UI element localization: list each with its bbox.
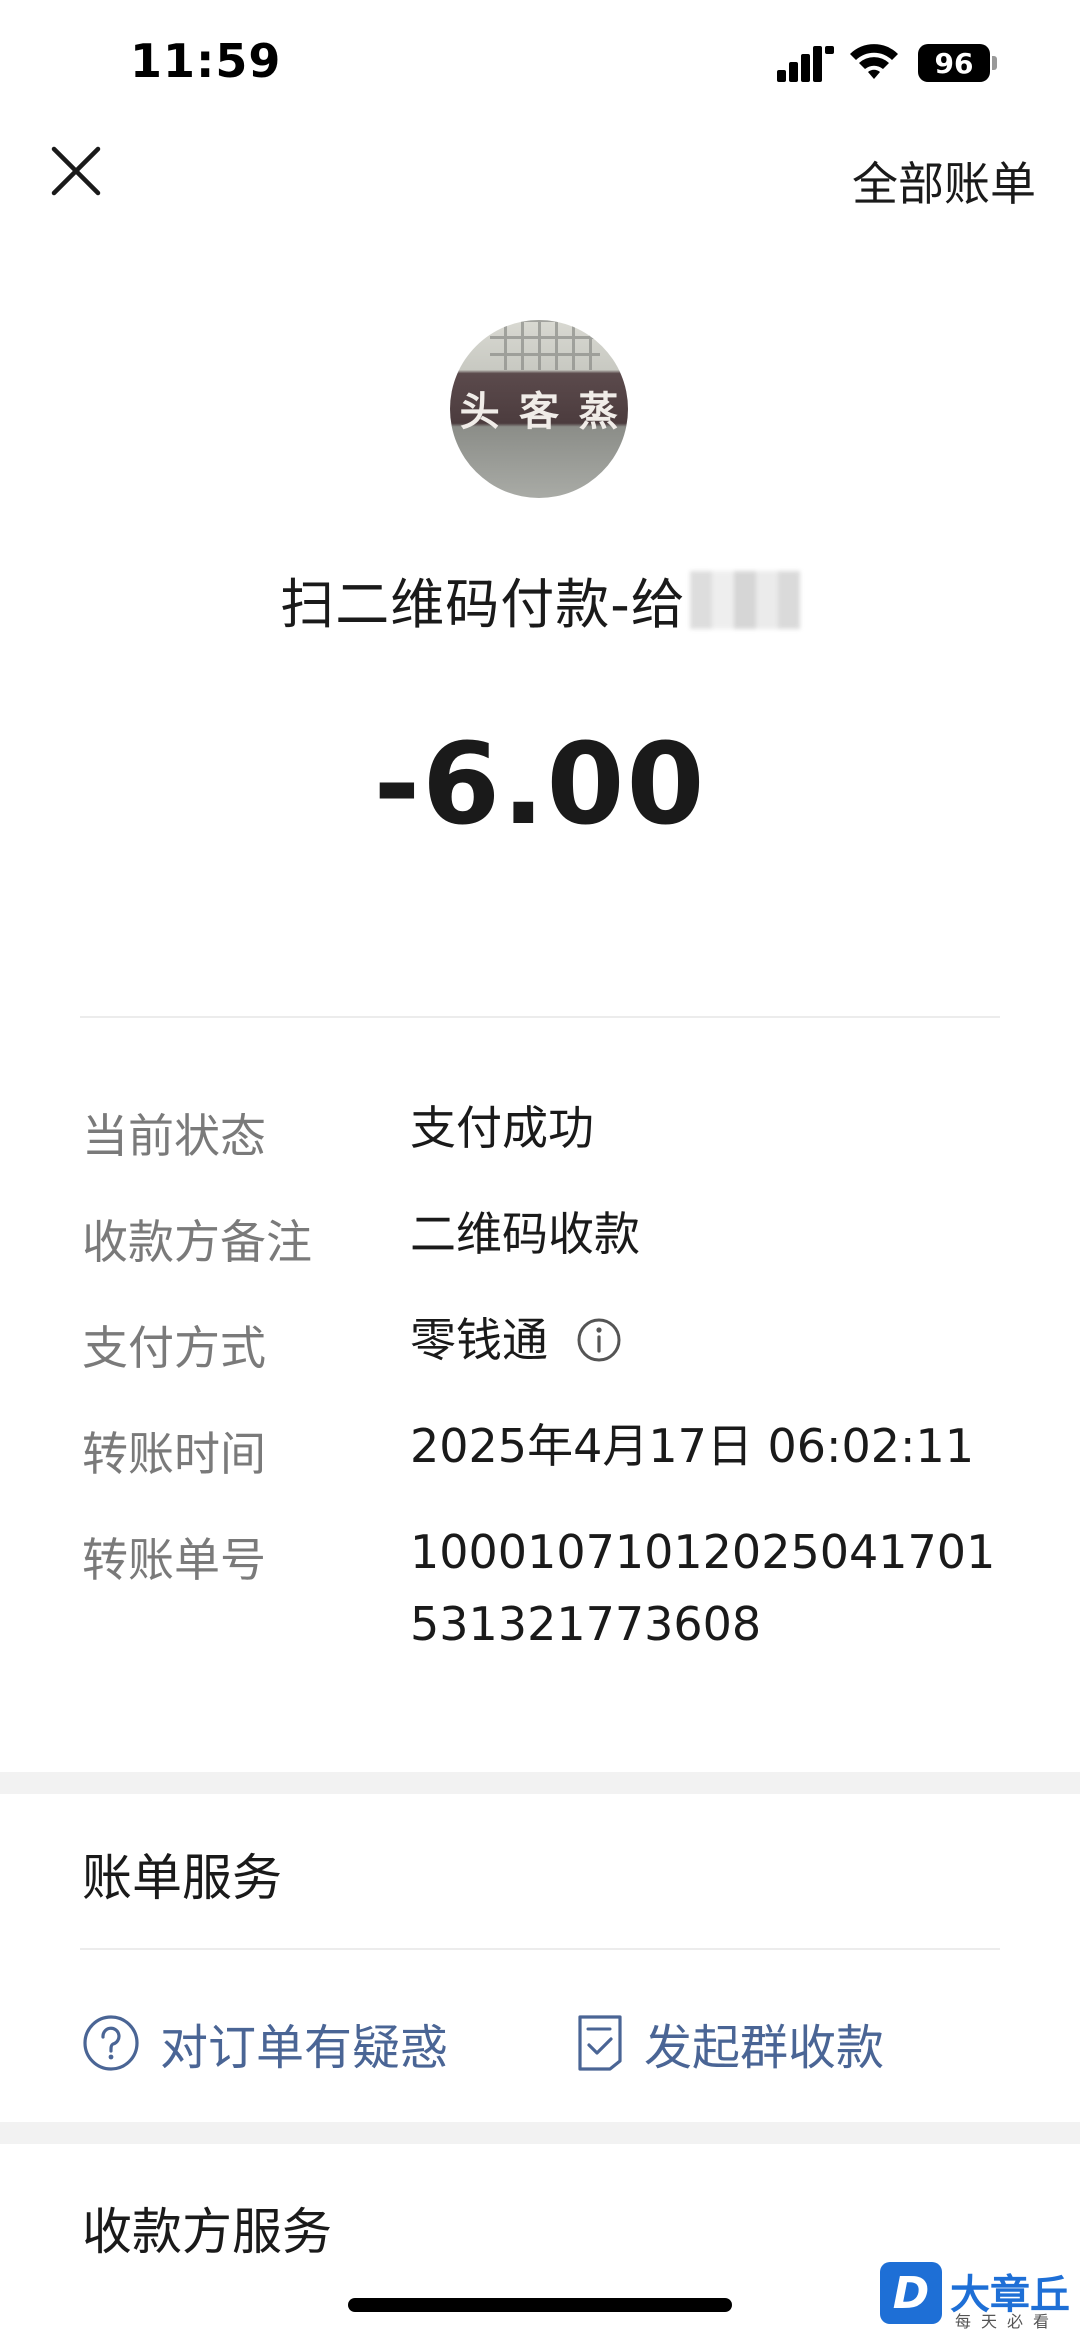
detail-value-status: 支付成功 xyxy=(410,1101,594,1155)
watermark-slogan: 每天必看 xyxy=(955,2312,1060,2331)
battery-icon: 96 xyxy=(918,44,990,82)
blurred-payee-name xyxy=(689,570,800,629)
order-question-label: 对订单有疑惑 xyxy=(160,2020,449,2076)
group-collect-label: 发起群收款 xyxy=(644,2020,885,2076)
order-question-button[interactable]: 对订单有疑惑 xyxy=(82,2008,448,2078)
section-separator xyxy=(0,2122,1080,2144)
info-icon[interactable] xyxy=(576,1317,622,1363)
section-separator xyxy=(0,1772,1080,1794)
detail-value-method: 零钱通 xyxy=(410,1313,548,1367)
detail-value-order-no-line2: 531321773608 xyxy=(410,1597,762,1651)
status-time: 11:59 xyxy=(130,34,282,88)
avatar-sign-char: 头 xyxy=(459,388,500,435)
battery-cap xyxy=(992,56,997,70)
avatar-window-grid xyxy=(490,320,600,370)
wifi-icon xyxy=(850,44,898,79)
divider xyxy=(80,1016,1000,1018)
all-bills-button[interactable]: 全部账单 xyxy=(852,148,1036,214)
detail-value-time: 2025年4月17日 06:02:11 xyxy=(410,1419,975,1473)
detail-label-time: 转账时间 xyxy=(82,1427,266,1481)
avatar-sign-char: 客 xyxy=(518,388,559,435)
group-collect-button[interactable]: 发起群收款 xyxy=(576,2008,884,2078)
close-icon[interactable] xyxy=(50,145,102,197)
question-icon xyxy=(83,2015,139,2071)
detail-value-remark: 二维码收款 xyxy=(410,1207,640,1261)
transaction-title-row: 扫二维码付款-给 xyxy=(0,560,1080,639)
detail-label-method: 支付方式 xyxy=(82,1321,266,1375)
detail-value-order-no-line1: 1000107101202504170​1 xyxy=(410,1525,996,1579)
watermark-logo: D xyxy=(880,2262,942,2324)
avatar-sign: 头 客 蒸 xyxy=(450,386,628,435)
detail-value-method-row: 零钱通 xyxy=(410,1306,622,1374)
detail-label-remark: 收款方备注 xyxy=(82,1215,312,1269)
transaction-title: 扫二维码付款-给 xyxy=(280,573,686,636)
home-indicator xyxy=(348,2298,732,2312)
detail-label-order-no: 转账单号 xyxy=(82,1533,266,1587)
payee-service-title: 收款方服务 xyxy=(82,2203,332,2261)
payee-avatar: 头 客 蒸 xyxy=(450,320,628,498)
receipt-icon xyxy=(578,2015,622,2071)
avatar-sign-char: 蒸 xyxy=(578,388,619,435)
bill-service-title: 账单服务 xyxy=(82,1849,282,1907)
battery-level: 96 xyxy=(934,46,974,80)
transaction-amount: -6.00 xyxy=(373,720,707,850)
signal-icon xyxy=(777,46,834,82)
detail-label-status: 当前状态 xyxy=(82,1109,266,1163)
divider xyxy=(80,1948,1000,1950)
